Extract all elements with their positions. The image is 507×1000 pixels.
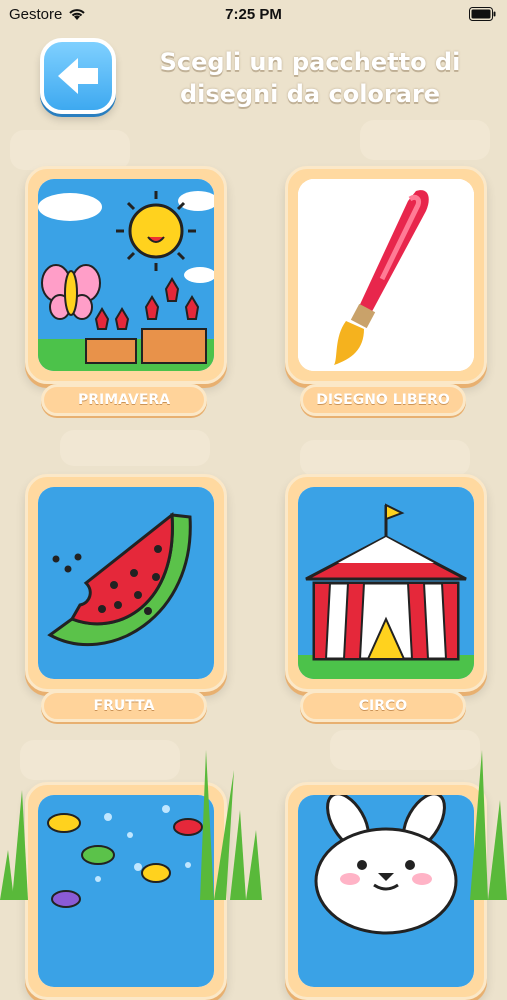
bunny-illustration (298, 795, 474, 987)
pack-label-frutta[interactable]: FRUTTA (41, 690, 207, 722)
pack-card-disegno-libero[interactable] (285, 166, 487, 384)
page-title: Scegli un pacchetto di disegni da colora… (159, 48, 461, 108)
pack-label-disegno-libero[interactable]: DISEGNO LIBERO (300, 384, 466, 416)
pack-card-ocean[interactable] (25, 782, 227, 1000)
pack-card-animals[interactable] (285, 782, 487, 1000)
battery-icon (469, 7, 496, 21)
stone-wall-background (10, 120, 490, 780)
fish-illustration (38, 795, 214, 987)
spring-illustration (38, 179, 214, 371)
pack-label-primavera[interactable]: PRIMAVERA (41, 384, 207, 416)
back-arrow-icon (58, 58, 98, 94)
pack-card-circo[interactable] (285, 474, 487, 692)
paintbrush-illustration (298, 179, 474, 371)
pack-card-frutta[interactable] (25, 474, 227, 692)
circus-tent-illustration (298, 487, 474, 679)
clock: 7:25 PM (225, 6, 282, 23)
watermelon-illustration (38, 487, 214, 679)
back-button[interactable] (40, 38, 116, 114)
status-bar: Gestore 7:25 PM (0, 0, 507, 30)
pack-label-circo[interactable]: CIRCO (300, 690, 466, 722)
pack-card-primavera[interactable] (25, 166, 227, 384)
